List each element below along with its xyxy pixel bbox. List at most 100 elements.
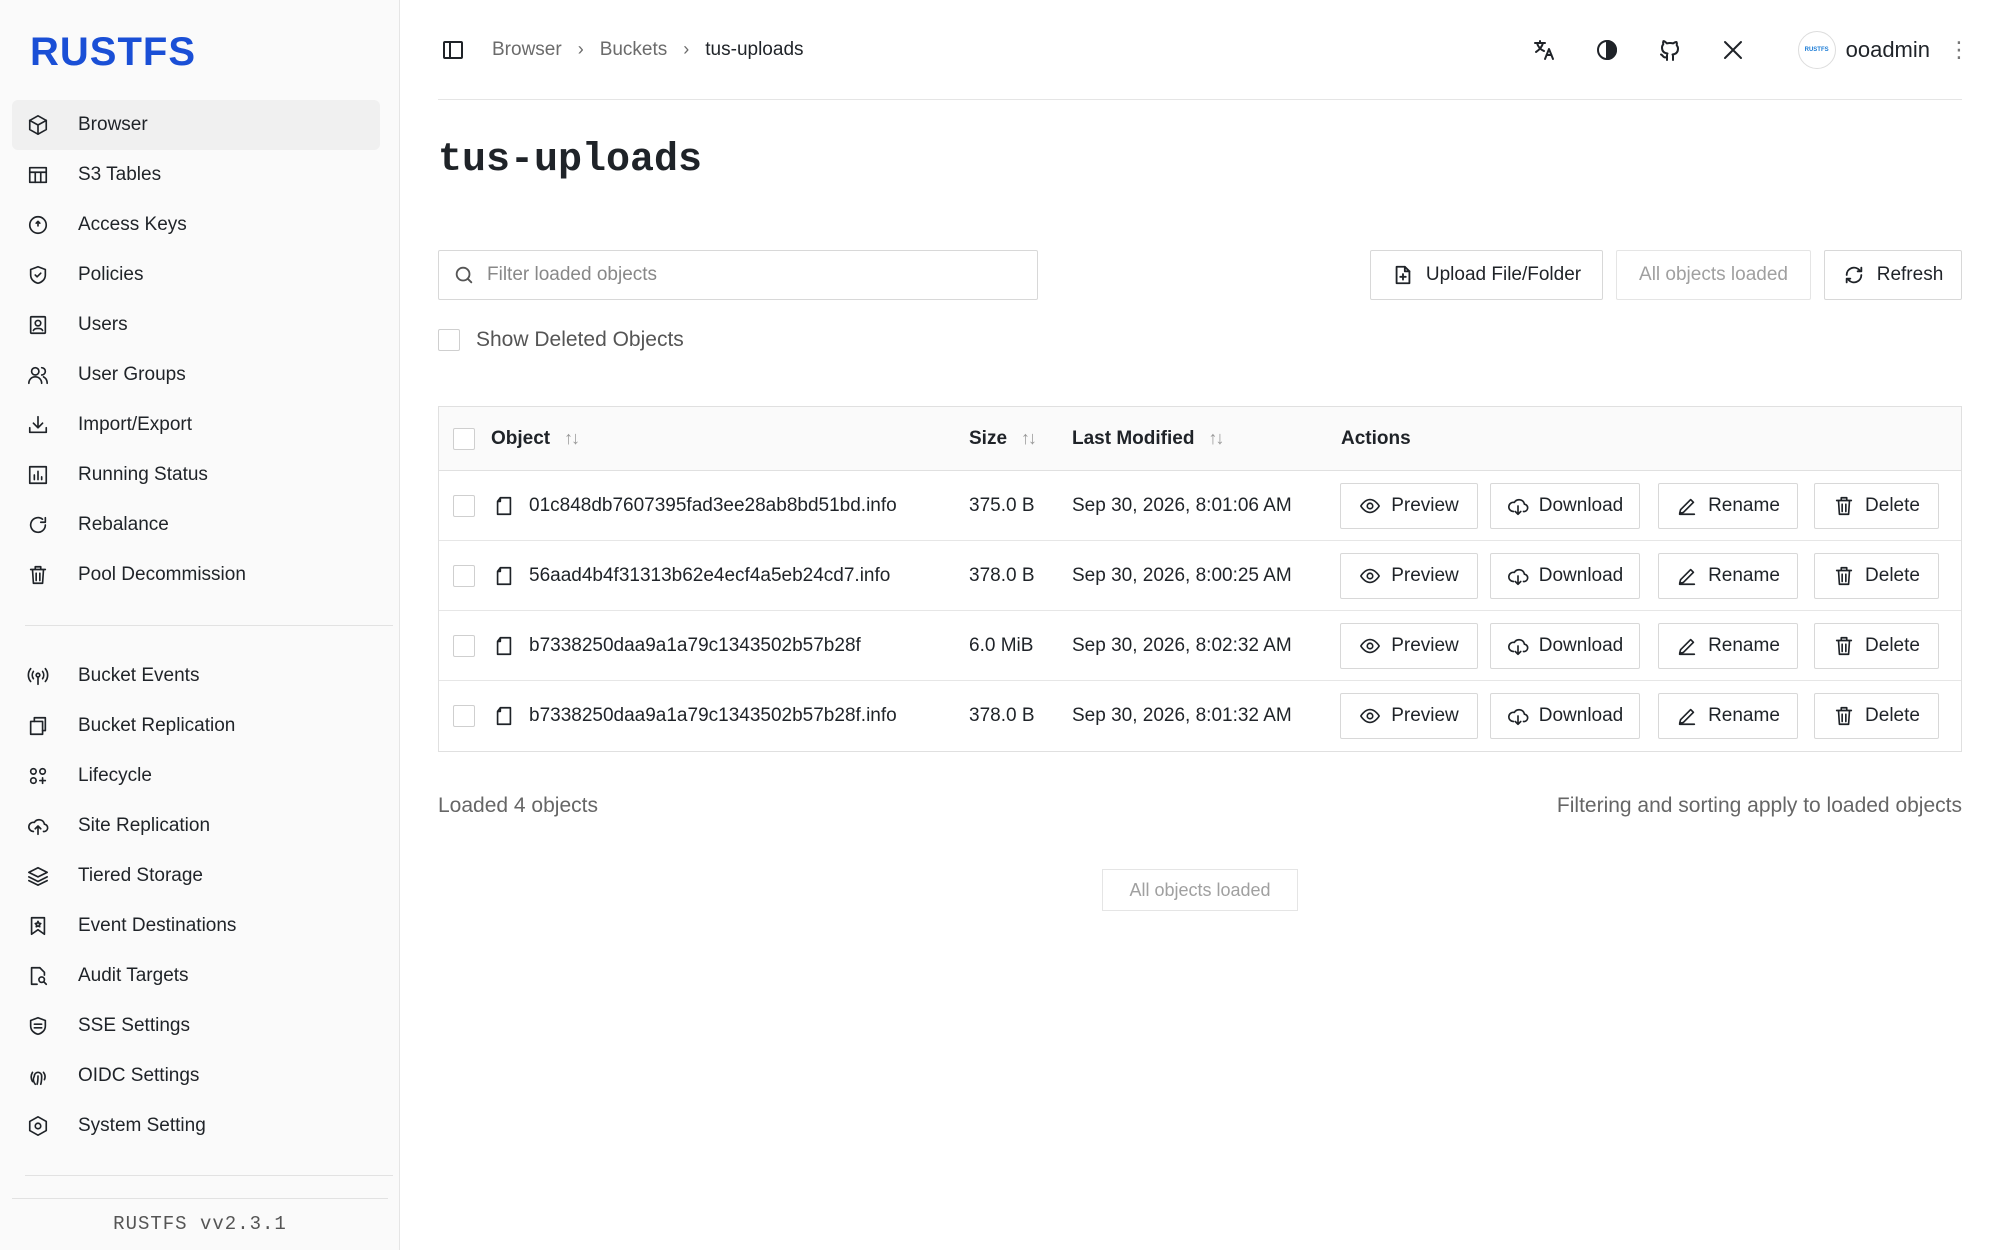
sidebar-divider	[12, 1198, 388, 1199]
object-name[interactable]: 01c848db7607395fad3ee28ab8bd51bd.info	[529, 471, 897, 540]
filter-input[interactable]	[487, 264, 1027, 286]
sidebar-item-bucket-replication[interactable]: Bucket Replication	[12, 701, 380, 751]
object-name[interactable]: 56aad4b4f31313b62e4ecf4a5eb24cd7.info	[529, 541, 890, 610]
breadcrumb-buckets[interactable]: Buckets	[600, 39, 668, 61]
cloud-download-icon	[1507, 708, 1529, 726]
sidebar-item-sse-settings[interactable]: SSE Settings	[12, 1001, 380, 1051]
table-row[interactable]: b7338250daa9a1a79c1343502b57b28f.info 37…	[439, 681, 1961, 751]
sidebar-item-label: Bucket Events	[78, 665, 200, 686]
delete-button[interactable]: Delete	[1814, 693, 1939, 739]
avatar[interactable]: RUSTFS	[1797, 31, 1836, 69]
column-modified-label: Last Modified	[1072, 427, 1195, 449]
rename-button[interactable]: Rename	[1658, 483, 1798, 529]
upload-button[interactable]: Upload File/Folder	[1370, 250, 1603, 300]
theme-toggle-icon[interactable]	[1592, 35, 1622, 65]
show-deleted-toggle[interactable]: Show Deleted Objects	[438, 328, 684, 352]
preview-button[interactable]: Preview	[1340, 483, 1478, 529]
delete-button[interactable]: Delete	[1814, 553, 1939, 599]
sidebar-item-rebalance[interactable]: Rebalance	[12, 500, 380, 550]
row-checkbox[interactable]	[453, 705, 475, 727]
object-name[interactable]: b7338250daa9a1a79c1343502b57b28f.info	[529, 681, 897, 751]
logo[interactable]: RUSTFS	[30, 30, 196, 75]
translate-icon[interactable]	[1529, 35, 1559, 65]
sidebar-item-system-setting[interactable]: System Setting	[12, 1101, 380, 1151]
table-header: Object ↑↓ Size ↑↓ Last Modified ↑↓ Actio…	[439, 407, 1961, 471]
refresh-button-label: Refresh	[1876, 264, 1944, 285]
chevron-right-icon: ›	[683, 39, 690, 59]
rename-button[interactable]: Rename	[1658, 623, 1798, 669]
load-more-label: All objects loaded	[1639, 264, 1788, 285]
sidebar-item-audit-targets[interactable]: Audit Targets	[12, 951, 380, 1001]
rename-button[interactable]: Rename	[1658, 553, 1798, 599]
sidebar-nav-secondary: Bucket Events Bucket Replication Lifecyc…	[12, 651, 380, 1151]
column-size[interactable]: Size ↑↓	[969, 407, 1037, 470]
download-button[interactable]: Download	[1490, 693, 1640, 739]
sidebar-item-site-replication[interactable]: Site Replication	[12, 801, 380, 851]
github-icon[interactable]	[1655, 35, 1685, 65]
sidebar-item-label: OIDC Settings	[78, 1065, 200, 1086]
row-checkbox[interactable]	[453, 634, 475, 657]
sidebar-item-tiered-storage[interactable]: Tiered Storage	[12, 851, 380, 901]
delete-button[interactable]: Delete	[1814, 623, 1939, 669]
sidebar-item-pool-decommission[interactable]: Pool Decommission	[12, 550, 380, 600]
page-title: tus-uploads	[438, 138, 703, 183]
more-vertical-icon[interactable]: ⋮	[1948, 39, 1970, 61]
row-checkbox[interactable]	[453, 494, 475, 517]
sort-icon[interactable]: ↑↓	[1021, 428, 1037, 449]
eye-icon	[1360, 708, 1381, 724]
show-deleted-checkbox[interactable]	[438, 329, 460, 351]
hexagon-gear-icon	[26, 1114, 50, 1138]
cloud-download-icon	[1507, 568, 1529, 586]
sidebar-item-s3-tables[interactable]: S3 Tables	[12, 150, 380, 200]
preview-button[interactable]: Preview	[1340, 693, 1478, 739]
table-row[interactable]: 56aad4b4f31313b62e4ecf4a5eb24cd7.info 37…	[439, 541, 1961, 611]
sidebar-item-label: Access Keys	[78, 214, 187, 235]
username[interactable]: ooadmin	[1846, 37, 1930, 63]
lifecycle-icon	[26, 764, 50, 788]
sort-icon[interactable]: ↑↓	[564, 428, 580, 449]
x-twitter-icon[interactable]	[1718, 35, 1748, 65]
sidebar-nav-primary: Browser S3 Tables Access Keys Policies U…	[12, 100, 380, 600]
sidebar-item-label: Audit Targets	[78, 965, 189, 986]
sort-icon[interactable]: ↑↓	[1208, 428, 1224, 449]
sidebar-item-bucket-events[interactable]: Bucket Events	[12, 651, 380, 701]
sidebar-item-oidc-settings[interactable]: OIDC Settings	[12, 1051, 380, 1101]
key-circle-icon	[26, 213, 50, 237]
version-label: RUSTFS vv2.3.1	[113, 1213, 287, 1235]
select-all-checkbox[interactable]	[453, 427, 475, 450]
all-objects-loaded-button: All objects loaded	[1102, 869, 1298, 911]
column-modified[interactable]: Last Modified ↑↓	[1072, 407, 1224, 470]
rename-button[interactable]: Rename	[1658, 693, 1798, 739]
download-button[interactable]: Download	[1490, 623, 1640, 669]
refresh-button[interactable]: Refresh	[1824, 250, 1962, 300]
table-row[interactable]: b7338250daa9a1a79c1343502b57b28f 6.0 MiB…	[439, 611, 1961, 681]
filter-field[interactable]	[438, 250, 1038, 300]
sidebar-toggle-icon[interactable]	[438, 35, 468, 65]
sidebar-item-running-status[interactable]: Running Status	[12, 450, 380, 500]
sidebar-item-label: System Setting	[78, 1115, 206, 1136]
sidebar-item-policies[interactable]: Policies	[12, 250, 380, 300]
table-row[interactable]: 01c848db7607395fad3ee28ab8bd51bd.info 37…	[439, 471, 1961, 541]
table-icon	[26, 163, 50, 187]
breadcrumb-browser[interactable]: Browser	[492, 39, 562, 61]
download-button[interactable]: Download	[1490, 553, 1640, 599]
filter-hint: Filtering and sorting apply to loaded ob…	[1556, 794, 1962, 817]
column-object[interactable]: Object ↑↓	[491, 407, 580, 470]
layers-icon	[26, 864, 50, 888]
object-modified: Sep 30, 2026, 8:01:06 AM	[1072, 494, 1292, 516]
sidebar-item-event-destinations[interactable]: Event Destinations	[12, 901, 380, 951]
sidebar-item-users[interactable]: Users	[12, 300, 380, 350]
sidebar-item-user-groups[interactable]: User Groups	[12, 350, 380, 400]
object-name[interactable]: b7338250daa9a1a79c1343502b57b28f	[529, 611, 861, 680]
delete-button[interactable]: Delete	[1814, 483, 1939, 529]
upload-button-label: Upload File/Folder	[1425, 264, 1582, 285]
cloud-upload-icon	[26, 814, 50, 838]
download-button[interactable]: Download	[1490, 483, 1640, 529]
preview-button[interactable]: Preview	[1340, 623, 1478, 669]
sidebar-item-lifecycle[interactable]: Lifecycle	[12, 751, 380, 801]
sidebar-item-access-keys[interactable]: Access Keys	[12, 200, 380, 250]
sidebar-item-browser[interactable]: Browser	[12, 100, 380, 150]
sidebar-item-import-export[interactable]: Import/Export	[12, 400, 380, 450]
preview-button[interactable]: Preview	[1340, 553, 1478, 599]
row-checkbox[interactable]	[453, 564, 475, 587]
